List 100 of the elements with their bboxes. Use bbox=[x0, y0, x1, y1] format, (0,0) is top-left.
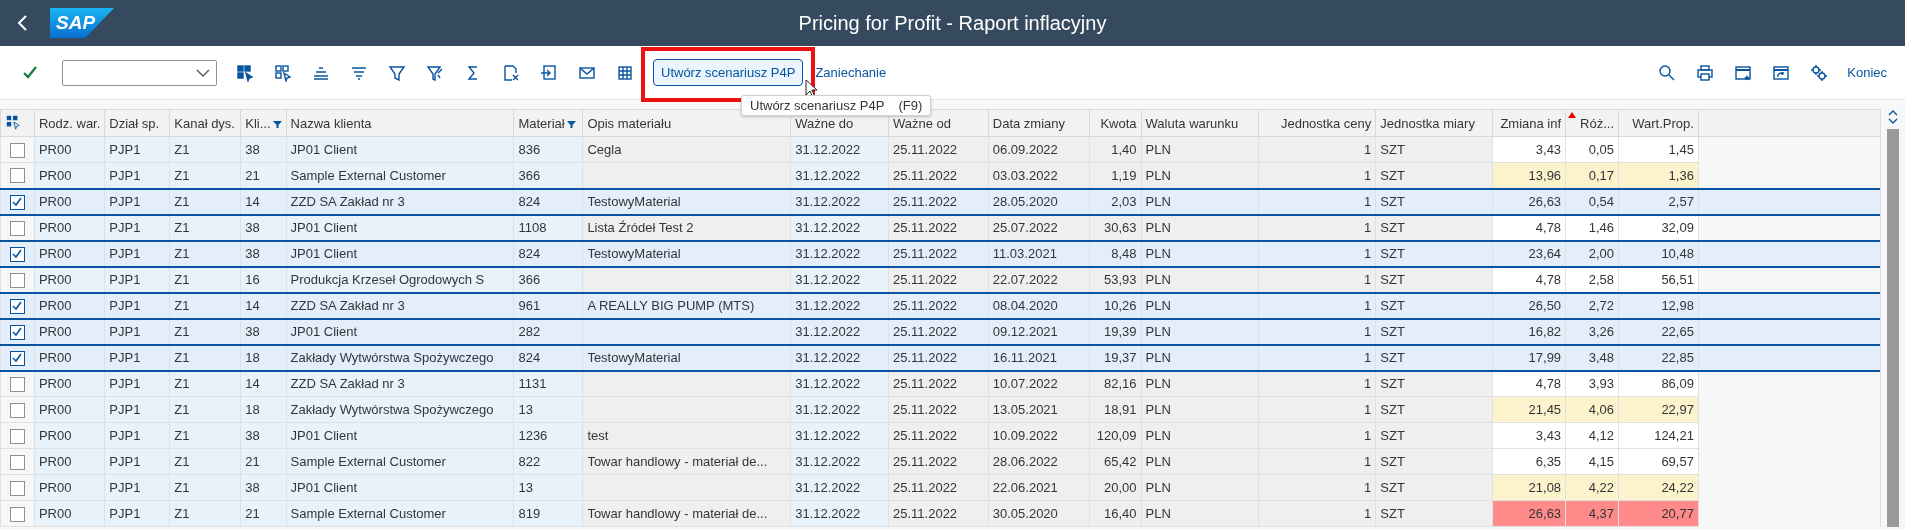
column-header[interactable]: Zmiana inf bbox=[1492, 109, 1566, 137]
table-cell: 1,36 bbox=[1618, 162, 1699, 189]
table-cell: SZT bbox=[1375, 162, 1493, 189]
checkbox[interactable] bbox=[9, 350, 25, 366]
column-header[interactable]: Róż... bbox=[1565, 109, 1619, 137]
table-cell: TestowyMaterial bbox=[582, 344, 791, 371]
table-cell: 2,57 bbox=[1618, 188, 1699, 215]
table-cell: 822 bbox=[513, 448, 583, 475]
table-cell: Towar handlowy - materiał de... bbox=[582, 448, 791, 475]
table-cell: SZT bbox=[1375, 266, 1493, 293]
column-header[interactable]: Opis materiału bbox=[582, 109, 791, 137]
table-cell: PR00 bbox=[34, 214, 105, 241]
exit-link[interactable]: Koniec bbox=[1841, 61, 1893, 84]
column-header[interactable]: Dział sp. bbox=[104, 109, 170, 137]
checkbox[interactable] bbox=[9, 376, 25, 392]
table-cell: 32,09 bbox=[1618, 214, 1699, 241]
dropdown-field[interactable] bbox=[62, 59, 217, 86]
table-cell: 56,51 bbox=[1618, 266, 1699, 293]
select-all-icon[interactable] bbox=[5, 113, 21, 130]
table-cell: 31.12.2022 bbox=[790, 266, 889, 293]
table-cell: Z1 bbox=[169, 318, 241, 345]
table-cell: PR00 bbox=[34, 188, 105, 215]
column-header[interactable]: Nazwa klienta bbox=[286, 109, 514, 137]
table-cell: 824 bbox=[513, 240, 583, 267]
table-cell: Towar handlowy - materiał de... bbox=[582, 500, 791, 527]
chevron-up-icon[interactable] bbox=[1888, 109, 1898, 117]
checkbox[interactable] bbox=[9, 506, 25, 522]
table-cell: Produkcja Krzeseł Ogrodowych S bbox=[286, 266, 514, 293]
table-cell: Z1 bbox=[169, 474, 241, 501]
table-cell: SZT bbox=[1375, 370, 1493, 397]
table-cell: Z1 bbox=[169, 396, 241, 423]
table-cell: PLN bbox=[1141, 136, 1259, 163]
table-cell: 26,63 bbox=[1492, 500, 1566, 527]
column-header[interactable]: Materiał bbox=[513, 109, 583, 137]
checkbox[interactable] bbox=[9, 168, 25, 184]
column-header[interactable]: Wart.Prop. bbox=[1618, 109, 1699, 137]
table-cell: 1 bbox=[1258, 344, 1376, 371]
table-cell: 16,82 bbox=[1492, 318, 1566, 345]
table-cell: 1 bbox=[1258, 214, 1376, 241]
create-scenario-button[interactable]: Utwórz scenariusz P4P bbox=[653, 59, 804, 86]
table-cell: 20,77 bbox=[1618, 500, 1699, 527]
table-cell: Sample External Customer bbox=[286, 500, 514, 527]
table-cell: 16.11.2021 bbox=[988, 344, 1090, 371]
table-cell: 31.12.2022 bbox=[790, 500, 889, 527]
table-cell: 1 bbox=[1258, 188, 1376, 215]
column-header[interactable]: Waluta warunku bbox=[1141, 109, 1259, 137]
checkbox[interactable] bbox=[9, 454, 25, 470]
checkbox[interactable] bbox=[9, 194, 25, 210]
column-header[interactable]: Jednostka ceny bbox=[1258, 109, 1376, 137]
table-cell: JP01 Client bbox=[286, 318, 514, 345]
table-cell: 819 bbox=[513, 500, 583, 527]
table-cell: 12,98 bbox=[1618, 292, 1699, 319]
table-cell: 13,96 bbox=[1492, 162, 1566, 189]
chevron-down-icon[interactable] bbox=[1888, 117, 1898, 125]
table-cell: 17,99 bbox=[1492, 344, 1566, 371]
table-cell: 1 bbox=[1258, 370, 1376, 397]
table-cell: 69,57 bbox=[1618, 448, 1699, 475]
table-cell: PJP1 bbox=[104, 240, 170, 267]
column-header[interactable]: Kanał dys. bbox=[169, 109, 241, 137]
table-cell: 25.11.2022 bbox=[888, 422, 989, 449]
table-cell: 25.11.2022 bbox=[888, 474, 989, 501]
table-cell: PR00 bbox=[34, 422, 105, 449]
table-cell: Z1 bbox=[169, 292, 241, 319]
column-header[interactable]: Kli... bbox=[240, 109, 287, 137]
table-cell: 31.12.2022 bbox=[790, 396, 889, 423]
table-cell: ZZD SA Zakład nr 3 bbox=[286, 188, 514, 215]
table-cell: ZZD SA Zakład nr 3 bbox=[286, 370, 514, 397]
table-cell: Z1 bbox=[169, 448, 241, 475]
checkbox[interactable] bbox=[9, 324, 25, 340]
column-header[interactable]: Rodz. war. bbox=[34, 109, 105, 137]
header-cell[interactable] bbox=[0, 109, 35, 137]
table-cell: 0,54 bbox=[1565, 188, 1619, 215]
checkbox[interactable] bbox=[9, 220, 25, 236]
table-cell: 25.11.2022 bbox=[888, 370, 989, 397]
table-cell: 21,08 bbox=[1492, 474, 1566, 501]
table-cell: 31.12.2022 bbox=[790, 188, 889, 215]
checkbox[interactable] bbox=[9, 428, 25, 444]
table-cell: 10.07.2022 bbox=[988, 370, 1090, 397]
checkbox[interactable] bbox=[9, 402, 25, 418]
checkbox[interactable] bbox=[9, 480, 25, 496]
column-header[interactable]: Data zmiany bbox=[988, 109, 1090, 137]
scroll-thumb[interactable] bbox=[1887, 129, 1899, 527]
table-cell: 23,64 bbox=[1492, 240, 1566, 267]
checkbox[interactable] bbox=[9, 246, 25, 262]
table-cell: 31.12.2022 bbox=[790, 370, 889, 397]
table-cell: 1 bbox=[1258, 292, 1376, 319]
checkbox[interactable] bbox=[9, 142, 25, 158]
table-cell: SZT bbox=[1375, 136, 1493, 163]
column-header[interactable]: Jednostka miary bbox=[1375, 109, 1493, 137]
table-cell: 824 bbox=[513, 188, 583, 215]
table-cell: 1 bbox=[1258, 266, 1376, 293]
table-cell: Z1 bbox=[169, 136, 241, 163]
table-cell: 22,85 bbox=[1618, 344, 1699, 371]
table-cell: SZT bbox=[1375, 500, 1493, 527]
table-cell: 09.12.2021 bbox=[988, 318, 1090, 345]
table-cell: 2,00 bbox=[1565, 240, 1619, 267]
table-cell: 366 bbox=[513, 162, 583, 189]
checkbox[interactable] bbox=[9, 298, 25, 314]
checkbox[interactable] bbox=[9, 272, 25, 288]
column-header[interactable]: Kwota bbox=[1089, 109, 1142, 137]
